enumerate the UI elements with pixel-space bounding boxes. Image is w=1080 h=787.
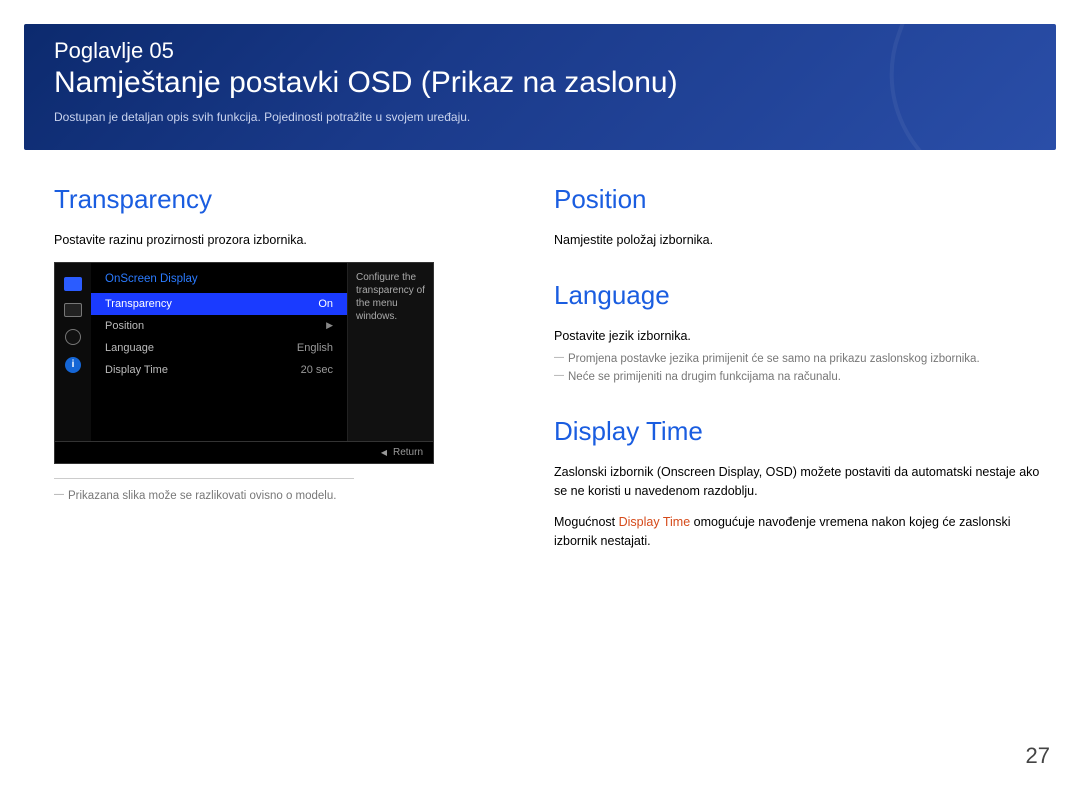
osd-row-label: Display Time <box>105 364 168 376</box>
osd-row-transparency[interactable]: Transparency On <box>91 293 347 315</box>
display-time-body-2: Mogućnost Display Time omogućuje navođen… <box>554 513 1050 551</box>
language-note-2: Neće se primijeniti na drugim funkcijama… <box>554 368 1050 386</box>
content: Transparency Postavite razinu prozirnost… <box>0 150 1080 562</box>
section-title-transparency: Transparency <box>54 184 484 215</box>
transparency-intro: Postavite razinu prozirnosti prozora izb… <box>54 231 484 250</box>
divider <box>54 478 354 479</box>
osd-row-position[interactable]: Position ▶ <box>91 315 347 337</box>
osd-row-value: English <box>297 342 333 354</box>
osd-row-value: On <box>318 298 333 310</box>
info-icon: i <box>65 357 81 373</box>
section-title-display-time: Display Time <box>554 416 1050 447</box>
osd-screenshot: i OnScreen Display Transparency On Posit… <box>54 262 434 464</box>
osd-row-language[interactable]: Language English <box>91 337 347 359</box>
chevron-right-icon: ▶ <box>326 320 333 331</box>
osd-footer: ◀ Return <box>55 441 433 463</box>
section-title-language: Language <box>554 280 1050 311</box>
model-disclaimer-note: Prikazana slika može se razlikovati ovis… <box>54 487 484 505</box>
osd-row-value: 20 sec <box>301 364 333 376</box>
osd-row-label: Position <box>105 320 144 332</box>
display-time-highlight: Display Time <box>619 515 691 529</box>
page-number: 27 <box>1026 743 1050 769</box>
display-time-body-1: Zaslonski izbornik (Onscreen Display, OS… <box>554 463 1050 501</box>
osd-row-label: Language <box>105 342 154 354</box>
monitor-icon <box>64 277 82 291</box>
language-body: Postavite jezik izbornika. <box>554 327 1050 346</box>
position-body: Namjestite položaj izbornika. <box>554 231 1050 250</box>
chapter-subtitle: Dostupan je detaljan opis svih funkcija.… <box>54 110 1026 124</box>
osd-return-label: Return <box>393 447 423 458</box>
column-right: Position Namjestite položaj izbornika. L… <box>554 184 1050 562</box>
gear-icon <box>65 329 81 345</box>
chapter-title: Namještanje postavki OSD (Prikaz na zasl… <box>54 66 1026 100</box>
chapter-label: Poglavlje 05 <box>54 38 1026 64</box>
chapter-banner: Poglavlje 05 Namještanje postavki OSD (P… <box>24 24 1056 150</box>
osd-sidebar: i <box>55 263 91 441</box>
column-left: Transparency Postavite razinu prozirnost… <box>54 184 484 562</box>
language-note-1: Promjena postavke jezika primijenit će s… <box>554 350 1050 368</box>
display-time-prefix: Mogućnost <box>554 515 619 529</box>
osd-menu-header: OnScreen Display <box>91 267 347 293</box>
osd-menu: OnScreen Display Transparency On Positio… <box>91 263 347 441</box>
picture-icon <box>64 303 82 317</box>
back-icon: ◀ <box>381 448 387 457</box>
osd-row-display-time[interactable]: Display Time 20 sec <box>91 359 347 381</box>
section-title-position: Position <box>554 184 1050 215</box>
osd-help-panel: Configure the transparency of the menu w… <box>347 263 433 441</box>
osd-row-label: Transparency <box>105 298 172 310</box>
